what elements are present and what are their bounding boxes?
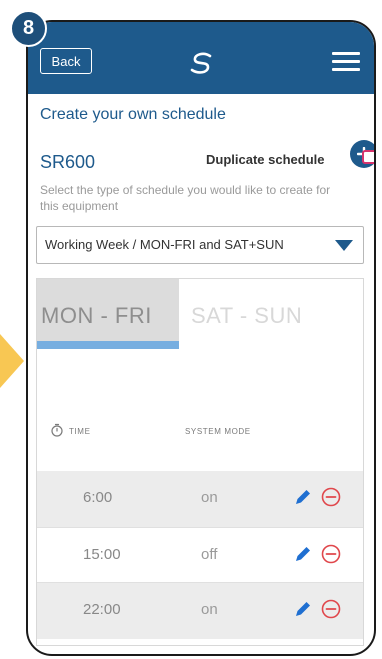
page-title: Create your own schedule — [40, 106, 226, 123]
device-name: SR600 — [40, 152, 96, 172]
remove-circle-icon[interactable] — [321, 544, 341, 564]
edit-pencil-icon[interactable] — [293, 599, 313, 619]
tab-mon-fri[interactable]: MON - FRI — [37, 279, 179, 349]
edit-pencil-icon[interactable] — [293, 487, 313, 507]
step-badge: 8 — [10, 10, 47, 47]
tab-mon-fri-label: MON - FRI — [41, 303, 152, 328]
screenshot-canvas: 8 Back Create your own schedule SR600 Du… — [0, 0, 382, 659]
schedule-type-value: Working Week / MON-FRI and SAT+SUN — [45, 237, 284, 252]
remove-circle-icon[interactable] — [321, 599, 341, 619]
highlight-marker-icon — [362, 150, 374, 164]
duplicate-schedule-label[interactable]: Duplicate schedule — [206, 152, 324, 167]
schedule-row: 6:00 on — [37, 471, 363, 527]
schedule-row: 22:00 on — [37, 583, 363, 639]
schedule-card: MON - FRI SAT - SUN TIME SYSTEM MODE 6:0… — [36, 278, 364, 646]
tab-sat-sun[interactable]: SAT - SUN — [179, 279, 363, 349]
row-time: 22:00 — [83, 601, 121, 618]
edit-pencil-icon[interactable] — [293, 544, 313, 564]
remove-circle-icon[interactable] — [321, 487, 341, 507]
s-logo-icon — [190, 52, 212, 74]
app-header: Back — [28, 22, 374, 94]
row-mode: on — [201, 489, 218, 506]
schedule-type-hint: Select the type of schedule you would li… — [40, 183, 331, 213]
mode-column-header: SYSTEM MODE — [185, 427, 251, 436]
back-button[interactable]: Back — [40, 48, 92, 74]
pointer-arrow-icon — [0, 334, 24, 388]
tab-sat-sun-label: SAT - SUN — [191, 303, 303, 328]
active-tab-indicator — [37, 341, 179, 349]
time-column-header: TIME — [69, 427, 91, 436]
row-mode: on — [201, 601, 218, 618]
row-time: 6:00 — [83, 489, 113, 506]
phone-frame: Back Create your own schedule SR600 Dupl… — [26, 20, 376, 656]
timer-icon — [51, 423, 63, 437]
hamburger-icon[interactable] — [332, 52, 360, 72]
row-time: 15:00 — [83, 546, 121, 563]
row-mode: off — [201, 546, 218, 563]
schedule-type-select[interactable]: Working Week / MON-FRI and SAT+SUN — [36, 226, 364, 264]
schedule-row: 15:00 off — [37, 527, 363, 583]
caret-down-icon — [335, 240, 353, 251]
